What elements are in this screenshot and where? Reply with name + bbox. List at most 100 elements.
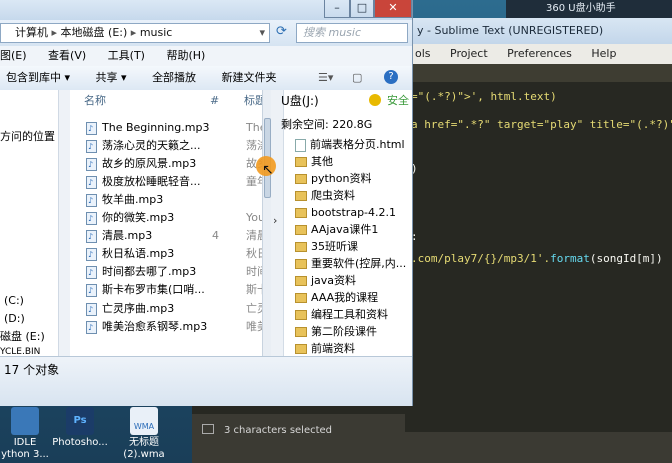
nav-item-drive-d[interactable]: (D:) bbox=[4, 310, 25, 328]
menu-help[interactable]: Help bbox=[591, 47, 616, 60]
nav-item-drive-e[interactable]: 磁盘 (E:) bbox=[0, 328, 45, 346]
file-row[interactable]: 极度放松睡眠轻音...童年 bbox=[86, 173, 262, 191]
folder-icon bbox=[295, 259, 307, 269]
preview-pane-icon[interactable]: ▢ bbox=[352, 66, 362, 90]
menu-help[interactable]: 帮助(H) bbox=[166, 49, 205, 62]
usb-panel: › U盘(J:) 安全 剩余空间: 220.8G 前端表格分页.html 其他 … bbox=[271, 90, 412, 356]
music-file-icon bbox=[86, 138, 97, 155]
usb-item[interactable]: java资料 bbox=[295, 272, 356, 290]
cursor-arrow-icon: ↖ bbox=[262, 162, 274, 178]
minimize-button[interactable]: – bbox=[324, 0, 350, 18]
music-file-icon bbox=[86, 174, 97, 191]
usb-item[interactable]: 重要软件(控屏,内... bbox=[295, 255, 406, 273]
usb-item[interactable]: 爬虫资料 bbox=[295, 187, 355, 205]
play-all-button[interactable]: 全部播放 bbox=[152, 71, 196, 84]
menu-view[interactable]: 查看(V) bbox=[48, 49, 86, 62]
file-row[interactable]: 牧羊曲.mp3 bbox=[86, 191, 262, 209]
music-file-icon bbox=[86, 192, 97, 209]
code-line: ="(.*?)">', html.text) bbox=[411, 90, 557, 103]
object-count: 17 个对象 bbox=[4, 363, 60, 377]
desktop-icon-wma[interactable]: WMA 无标题 (2).wma bbox=[116, 405, 172, 461]
share-button[interactable]: 共享 ▾ bbox=[96, 71, 127, 84]
explorer-titlebar: – □ ✕ bbox=[0, 0, 412, 20]
column-header-number[interactable]: # bbox=[210, 92, 219, 110]
breadcrumb-computer[interactable]: 计算机 bbox=[15, 26, 48, 39]
explorer-statusbar: 17 个对象 bbox=[0, 356, 412, 406]
usb-item[interactable]: AAA我的课程 bbox=[295, 289, 378, 307]
usb-item[interactable]: python资料 bbox=[295, 170, 371, 188]
folder-icon bbox=[295, 174, 307, 184]
file-row[interactable]: 荡涤心灵的天籁之...荡涤 bbox=[86, 137, 262, 155]
desktop-icon-photoshop[interactable]: Ps Photosho... bbox=[50, 405, 110, 449]
sublime-tab-strip bbox=[405, 64, 672, 82]
maximize-button[interactable]: □ bbox=[350, 0, 374, 18]
folder-icon bbox=[295, 327, 307, 337]
music-file-icon bbox=[86, 120, 97, 137]
music-file-icon bbox=[86, 301, 97, 318]
usb-item[interactable]: 前端表格分页.html bbox=[295, 136, 405, 154]
file-row[interactable]: 清晨.mp34清晨 bbox=[86, 227, 262, 245]
view-options-icon[interactable]: ☰▾ bbox=[318, 66, 333, 90]
sublime-status-text: 3 characters selected bbox=[224, 425, 333, 436]
usb-title: U盘(J:) bbox=[281, 94, 319, 108]
explorer-toolbar: 包含到库中 ▾ 共享 ▾ 全部播放 新建文件夹 ☰▾ ▢ ? bbox=[0, 66, 412, 91]
file-row[interactable]: 秋日私语.mp3秋日 bbox=[86, 245, 262, 263]
include-in-library-button[interactable]: 包含到库中 ▾ bbox=[6, 71, 70, 84]
menu-edit[interactable]: 图(E) bbox=[0, 49, 27, 62]
file-row[interactable]: 唯美治愈系钢琴.mp3唯美 bbox=[86, 318, 262, 336]
sublime-status-area-left: 3 characters selected bbox=[192, 414, 405, 463]
file-row[interactable]: The Beginning.mp3The bbox=[86, 119, 262, 137]
folder-icon bbox=[295, 225, 307, 235]
search-input[interactable]: 搜索 music bbox=[296, 23, 408, 43]
music-file-icon bbox=[86, 319, 97, 336]
new-folder-button[interactable]: 新建文件夹 bbox=[222, 71, 277, 84]
address-input[interactable]: 计算机 ▸ 本地磁盘 (E:) ▸ music ▾ bbox=[0, 23, 270, 43]
music-file-icon bbox=[86, 246, 97, 263]
refresh-icon[interactable]: ⟳ bbox=[276, 24, 287, 39]
code-line: .com/play7/{}/mp3/1'.format(songId[m]) bbox=[411, 252, 663, 265]
file-row[interactable]: 你的微笑.mp3You bbox=[86, 209, 262, 227]
html-file-icon bbox=[295, 138, 306, 152]
nav-item-drive-c[interactable]: (C:) bbox=[4, 292, 24, 310]
file-list: 名称 # 标题 The Beginning.mp3The 荡涤心灵的天籁之...… bbox=[70, 90, 266, 356]
music-file-icon bbox=[86, 210, 97, 227]
sublime-title: y - Sublime Text (UNREGISTERED) bbox=[405, 18, 672, 44]
column-header-name[interactable]: 名称 bbox=[84, 92, 106, 110]
menu-tools[interactable]: ols bbox=[415, 47, 431, 60]
safe-eject-label[interactable]: 安全 bbox=[387, 92, 409, 110]
menu-preferences[interactable]: Preferences bbox=[507, 47, 572, 60]
address-dropdown-icon[interactable]: ▾ bbox=[259, 24, 265, 42]
chevron-right-icon[interactable]: › bbox=[273, 214, 277, 227]
desktop-icon-idle[interactable]: IDLE ython 3... bbox=[0, 405, 50, 461]
music-file-icon bbox=[86, 264, 97, 281]
safe-eject-icon[interactable] bbox=[369, 94, 381, 106]
usb-item[interactable]: 其他 bbox=[295, 153, 333, 171]
code-editor[interactable]: ="(.*?)">', html.text) a href=".*?" targ… bbox=[405, 82, 672, 432]
usb-item[interactable]: 35班听课 bbox=[295, 238, 358, 256]
help-icon[interactable]: ? bbox=[384, 70, 398, 84]
file-row[interactable]: 斯卡布罗市集(口哨...斯卡 bbox=[86, 281, 262, 299]
sublime-menubar: ols Project Preferences Help bbox=[405, 44, 672, 64]
breadcrumb-drive-e[interactable]: 本地磁盘 (E:) bbox=[61, 26, 128, 39]
menu-tools[interactable]: 工具(T) bbox=[108, 49, 145, 62]
nav-item-recent[interactable]: 方问的位置 bbox=[0, 128, 55, 146]
file-row[interactable]: 亡灵序曲.mp3亡灵 bbox=[86, 300, 262, 318]
music-file-icon bbox=[86, 156, 97, 173]
file-row[interactable]: 时间都去哪了.mp3时间 bbox=[86, 263, 262, 281]
explorer-menubar: 图(E) 查看(V) 工具(T) 帮助(H) bbox=[0, 46, 412, 66]
sublime-window: y - Sublime Text (UNREGISTERED) ols Proj… bbox=[405, 18, 672, 463]
folder-icon bbox=[295, 242, 307, 252]
usb-item[interactable]: AAjava课件1 bbox=[295, 221, 378, 239]
menu-project[interactable]: Project bbox=[450, 47, 488, 60]
usb-item[interactable]: 编程工具和资料 bbox=[295, 306, 388, 324]
folder-icon bbox=[295, 208, 307, 218]
close-button[interactable]: ✕ bbox=[374, 0, 412, 18]
usb-item[interactable]: bootstrap-4.2.1 bbox=[295, 204, 396, 222]
usb-item[interactable]: 第二阶段课件 bbox=[295, 323, 377, 341]
usb-free-space: 剩余空间: 220.8G bbox=[281, 118, 373, 131]
file-row[interactable]: 故乡的原风景.mp3故乡 bbox=[86, 155, 262, 173]
status-panel-icon[interactable] bbox=[202, 424, 214, 434]
folder-icon bbox=[295, 293, 307, 303]
breadcrumb-music[interactable]: music bbox=[140, 26, 173, 39]
folder-icon bbox=[295, 191, 307, 201]
